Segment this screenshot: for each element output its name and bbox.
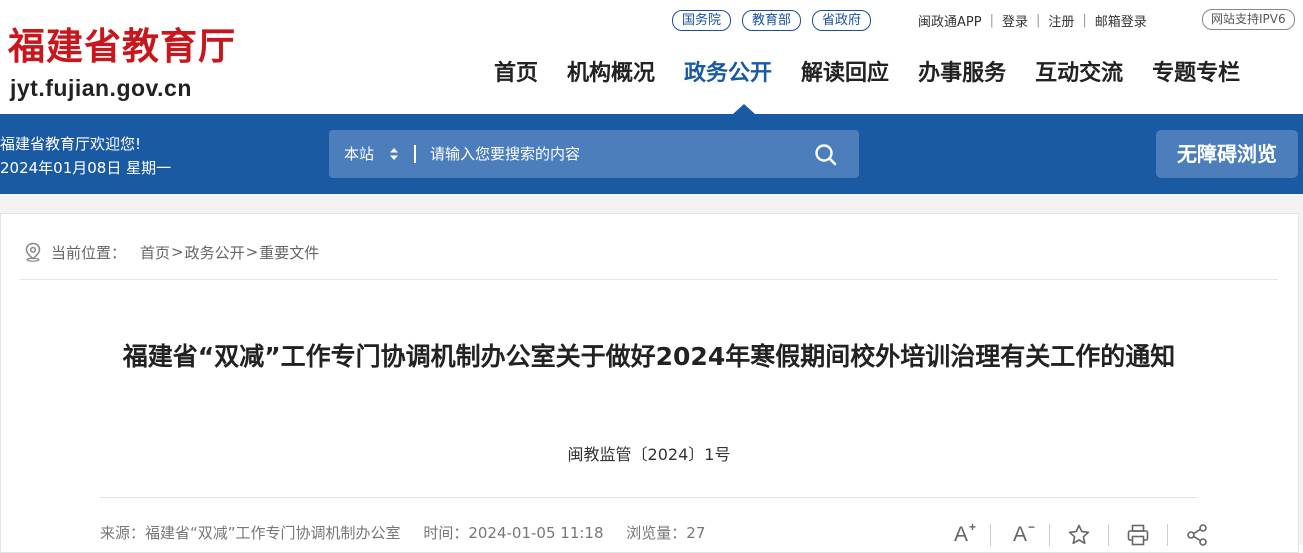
link-state-council[interactable]: 国务院 [672,9,732,31]
search-box: 本站 [329,130,859,178]
current-date: 2024年01月08日 星期一 [0,159,172,177]
breadcrumb-important-docs[interactable]: 重要文件 [259,242,319,263]
tool-divider [1049,524,1050,546]
tool-divider [990,524,991,546]
star-icon [1068,524,1090,545]
location-pin-icon [25,242,41,262]
document-number: 闽教监管〔2024〕1号 [567,445,731,464]
link-provincial-government[interactable]: 省政府 [812,9,872,31]
favorite-button[interactable] [1066,522,1092,548]
breadcrumb-separator: > [171,243,184,261]
active-nav-indicator [733,104,755,114]
search-scope-select[interactable]: 本站 [344,130,374,178]
mail-login-link[interactable]: 邮箱登录 [1095,11,1147,30]
search-divider [414,145,416,163]
link-ministry-of-education[interactable]: 教育部 [742,9,802,31]
site-header: 福建省教育厅 jyt.fujian.gov.cn 国务院 教育部 省政府 闽政通… [0,0,1303,114]
ipv6-badge: 网站支持IPV6 [1202,9,1295,30]
font-smaller-button[interactable]: A − [1007,520,1035,548]
search-input[interactable] [430,139,800,169]
welcome-text: 福建省教育厅欢迎您! [0,135,142,153]
accessibility-button[interactable]: 无障碍浏览 [1156,130,1298,178]
breadcrumb-home[interactable]: 首页 [140,242,170,263]
nav-services[interactable]: 办事服务 [918,56,1006,96]
top-links: 国务院 教育部 省政府 [672,9,882,31]
tool-divider [1167,524,1168,546]
breadcrumb-divider [20,279,1278,280]
article-views: 浏览量：27 [626,524,706,542]
nav-home[interactable]: 首页 [494,56,538,96]
nav-topics[interactable]: 专题专栏 [1152,56,1240,96]
article-tools: A + A − [948,520,1210,548]
divider: | [989,12,994,28]
nav-government-affairs[interactable]: 政务公开 [684,56,772,96]
welcome-block: 福建省教育厅欢迎您! 2024年01月08日 星期一 [0,132,171,180]
breadcrumb: 当前位置： 首页 > 政务公开 > 重要文件 [24,240,319,264]
updown-arrows-icon[interactable] [389,147,399,161]
font-smaller-icon: A − [1012,520,1035,546]
printer-icon [1127,524,1149,546]
nav-interaction[interactable]: 互动交流 [1035,56,1123,96]
divider: | [1082,12,1087,28]
main-nav: 首页 机构概况 政务公开 解读回应 办事服务 互动交流 专题专栏 [494,56,1269,96]
meta-divider [100,497,1198,498]
breadcrumb-gov-affairs[interactable]: 政务公开 [185,242,245,263]
site-logo-text[interactable]: 福建省教育厅 [8,22,236,70]
user-links: 闽政通APP | 登录 | 注册 | 邮箱登录 [918,9,1147,31]
article-meta: 来源：福建省“双减”工作专门协调机制办公室 时间：2024-01-05 11:1… [100,522,723,543]
search-band: 福建省教育厅欢迎您! 2024年01月08日 星期一 本站 无障碍浏览 [0,114,1303,194]
search-icon[interactable] [813,142,839,168]
share-icon [1187,524,1207,546]
link-mzt-app[interactable]: 闽政通APP [918,11,982,30]
tool-divider [1108,524,1109,546]
font-larger-button[interactable]: A + [948,520,976,548]
nav-organization[interactable]: 机构概况 [567,56,655,96]
site-domain[interactable]: jyt.fujian.gov.cn [10,74,192,102]
article-panel [0,213,1299,553]
breadcrumb-separator: > [245,243,259,261]
font-larger-icon: A + [953,520,976,546]
login-link[interactable]: 登录 [1002,11,1028,30]
register-link[interactable]: 注册 [1048,11,1074,30]
divider: | [1035,12,1041,28]
article-source: 来源：福建省“双减”工作专门协调机制办公室 [100,524,401,542]
nav-interpretation[interactable]: 解读回应 [801,56,889,96]
breadcrumb-label: 当前位置： [51,243,127,262]
share-button[interactable] [1184,522,1210,548]
article-time: 时间：2024-01-05 11:18 [423,524,604,542]
article-title: 福建省“双减”工作专门协调机制办公室关于做好2024年寒假期间校外培训治理有关工… [122,342,1176,371]
print-button[interactable] [1125,522,1151,548]
